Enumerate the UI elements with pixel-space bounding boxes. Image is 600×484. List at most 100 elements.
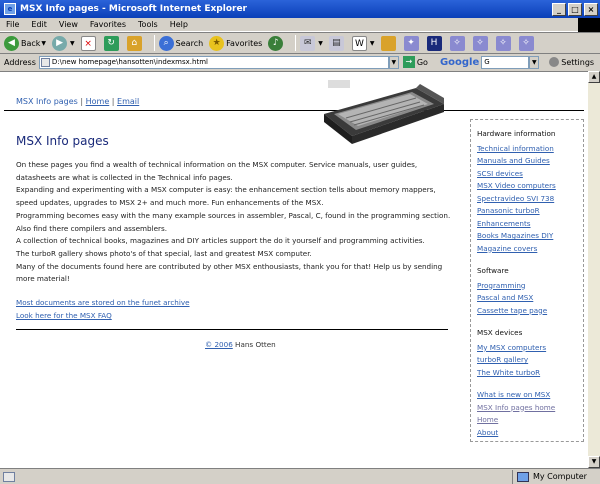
sidebar-link-panasonic-turbor[interactable]: Panasonic turboR — [477, 205, 577, 218]
sidebar-link-whats-new[interactable]: What is new on MSX — [477, 389, 577, 402]
close-button[interactable]: × — [584, 2, 598, 16]
tool-d-button[interactable]: ✧ — [518, 35, 536, 51]
sidebar-heading-devices: MSX devices — [477, 328, 523, 337]
stop-button[interactable]: × — [80, 35, 98, 51]
home-icon: ⌂ — [126, 35, 142, 51]
go-arrow-icon: → — [402, 56, 415, 68]
sidebar-link-scsi[interactable]: SCSI devices — [477, 168, 577, 181]
scroll-down-button[interactable]: ▼ — [588, 456, 600, 468]
page-title: MSX Info pages — [16, 134, 109, 148]
messenger-icon: ✦ — [403, 35, 419, 51]
sidebar-heading-hardware: Hardware information — [477, 129, 556, 138]
messenger-button[interactable]: ✦ — [403, 35, 421, 51]
print-icon: ▤ — [328, 35, 344, 51]
sidebar-link-enhancements[interactable]: Enhancements — [477, 218, 577, 231]
security-zone: My Computer — [512, 469, 600, 484]
google-dropdown-button[interactable]: ▼ — [529, 55, 540, 69]
sidebar-link-programming[interactable]: Programming — [477, 280, 577, 293]
footer-divider — [16, 329, 448, 330]
menu-help[interactable]: Help — [164, 20, 194, 29]
nav-email[interactable]: Email — [117, 97, 139, 106]
sidebar-link-books[interactable]: Books Magazines DIY — [477, 230, 577, 243]
windows-logo-icon — [578, 17, 600, 32]
sidebar-link-spectravideo[interactable]: Spectravideo SVI 738 — [477, 193, 577, 206]
sidebar-link-turbor-gallery[interactable]: turboR gallery — [477, 354, 577, 367]
intro-paragraph: On these pages you find a wealth of tech… — [16, 160, 418, 182]
chevron-down-icon: ▼ — [318, 39, 323, 47]
menu-edit[interactable]: Edit — [25, 20, 53, 29]
edit-button[interactable]: W ▼ — [351, 35, 375, 51]
toolbar-separator — [295, 35, 297, 51]
menu-bar: File Edit View Favorites Tools Help — [0, 17, 600, 32]
web-page-viewport[interactable]: MSX Info pages | Home | Email MSX Info p… — [0, 71, 588, 468]
sidebar-link-video-computers[interactable]: MSX Video computers — [477, 180, 577, 193]
h-icon: H — [426, 35, 442, 51]
archive-links: Most documents are stored on the funet a… — [16, 297, 190, 322]
sidebar-link-pascal[interactable]: Pascal and MSX — [477, 292, 577, 305]
h-button[interactable]: H — [426, 35, 444, 51]
sidebar: Hardware information Technical informati… — [470, 119, 584, 442]
mail-button[interactable]: ✉ ▼ — [300, 35, 323, 51]
maximize-button[interactable]: □ — [568, 2, 582, 16]
search-label: Search — [175, 38, 204, 48]
footer: © 2006 Hans Otten — [205, 340, 276, 349]
back-button[interactable]: ◀ Back ▼ — [4, 35, 46, 51]
tool-icon: ✧ — [472, 35, 488, 51]
google-logo: Google — [439, 56, 480, 68]
sidebar-link-about[interactable]: About — [477, 427, 577, 440]
google-search-input[interactable]: G — [481, 55, 530, 69]
go-button[interactable]: → Go — [402, 56, 428, 68]
status-bar: My Computer — [0, 468, 600, 484]
sidebar-link-my-msx[interactable]: My MSX computers — [477, 342, 577, 355]
sidebar-link-cassette[interactable]: Cassette tape page — [477, 305, 577, 318]
address-input[interactable]: D:\new homepage\hansotten\indexmsx.html — [38, 55, 389, 69]
copyright-link[interactable]: © 2006 — [205, 340, 233, 349]
scroll-up-button[interactable]: ▲ — [588, 71, 600, 83]
menu-file[interactable]: File — [0, 20, 25, 29]
computer-icon — [517, 471, 529, 482]
refresh-button[interactable]: ↻ — [103, 35, 121, 51]
nav-separator: | — [109, 97, 118, 106]
nav-msx-info[interactable]: MSX Info pages — [16, 97, 78, 106]
sidebar-link-white-turbor[interactable]: The White turboR — [477, 367, 577, 380]
sidebar-link-magazine-covers[interactable]: Magazine covers — [477, 243, 577, 256]
discuss-button[interactable] — [380, 35, 398, 51]
sidebar-link-info-home[interactable]: MSX Info pages home — [477, 402, 577, 415]
vertical-scrollbar[interactable]: ▲ ▼ — [588, 71, 600, 468]
toolbar-separator — [153, 35, 155, 51]
menu-tools[interactable]: Tools — [132, 20, 164, 29]
favorites-button[interactable]: ★ Favorites — [209, 35, 262, 51]
print-button[interactable]: ▤ — [328, 35, 346, 51]
intro-text: On these pages you find a wealth of tech… — [16, 159, 456, 286]
search-button[interactable]: ⌕ Search — [158, 35, 204, 51]
menu-favorites[interactable]: Favorites — [84, 20, 132, 29]
media-button[interactable]: ♪ — [268, 35, 285, 51]
chevron-down-icon: ▼ — [70, 39, 75, 47]
search-icon: ⌕ — [158, 35, 174, 51]
minimize-button[interactable]: _ — [552, 2, 566, 16]
intro-paragraph: The turboR gallery shows photo's of that… — [16, 248, 312, 258]
nav-home[interactable]: Home — [86, 97, 110, 106]
intro-paragraph: Many of the documents found here are con… — [16, 261, 443, 284]
folder-icon — [380, 35, 396, 51]
ie-icon: e — [4, 3, 16, 15]
sidebar-link-technical-information[interactable]: Technical information — [477, 143, 577, 156]
sidebar-link-manuals[interactable]: Manuals and Guides — [477, 155, 577, 168]
sidebar-link-home[interactable]: Home — [477, 414, 577, 427]
menu-view[interactable]: View — [53, 20, 84, 29]
address-bar: Address D:\new homepage\hansotten\indexm… — [0, 54, 600, 70]
tool-icon: ✧ — [495, 35, 511, 51]
home-button[interactable]: ⌂ — [126, 35, 144, 51]
forward-button[interactable]: ▶ ▼ — [52, 35, 75, 51]
back-label: Back — [21, 38, 41, 48]
msx-computer-image — [324, 80, 444, 144]
msx-faq-link[interactable]: Look here for the MSX FAQ — [16, 310, 190, 323]
tool-a-button[interactable]: ✧ — [449, 35, 467, 51]
window-title: MSX Info pages - Microsoft Internet Expl… — [20, 4, 247, 14]
tool-c-button[interactable]: ✧ — [495, 35, 513, 51]
address-dropdown-button[interactable]: ▼ — [388, 55, 399, 69]
tool-b-button[interactable]: ✧ — [472, 35, 490, 51]
funet-archive-link[interactable]: Most documents are stored on the funet a… — [16, 297, 190, 310]
settings-button[interactable]: Settings — [549, 57, 594, 67]
toolbar: ◀ Back ▼ ▶ ▼ × ↻ ⌂ ⌕ Search ★ Favorites ♪ ✉ ▼ … — [0, 32, 600, 54]
